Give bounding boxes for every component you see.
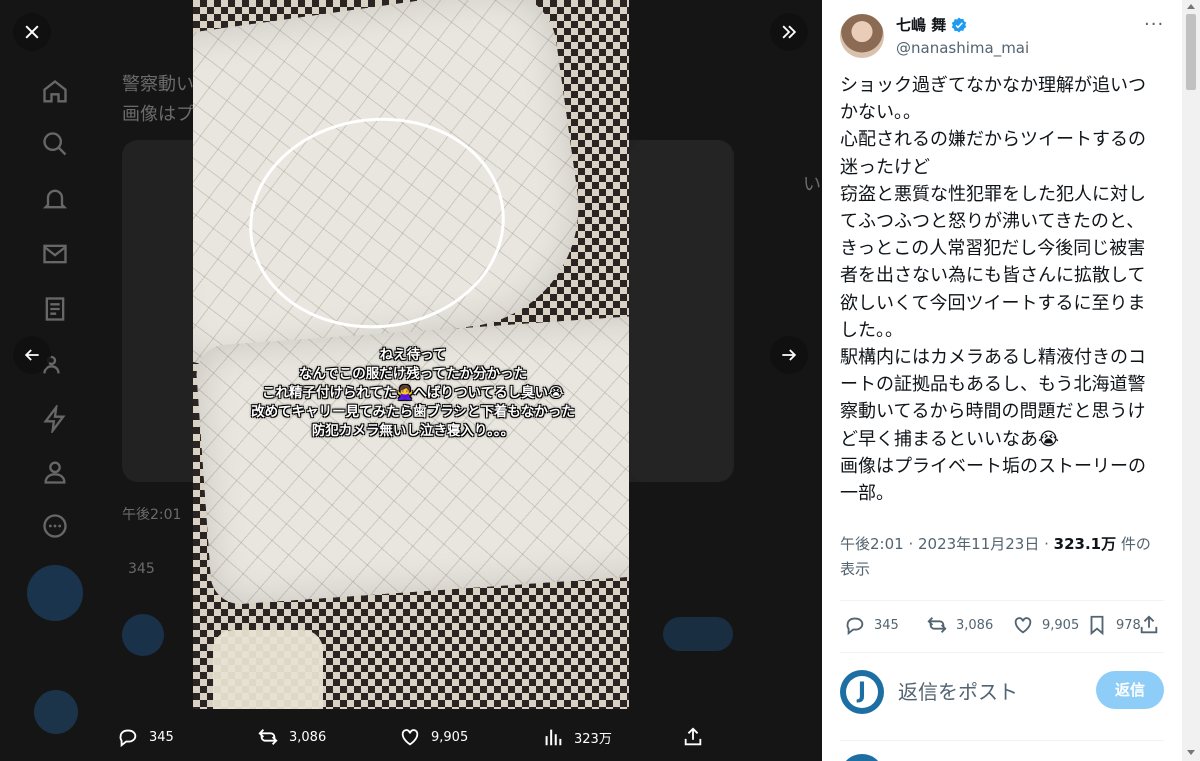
- profile-icon: [41, 458, 69, 486]
- expand-panel-button[interactable]: [770, 13, 808, 51]
- tweet-timestamp[interactable]: 午後2:01 · 2023年11月23日 ·: [840, 535, 1054, 553]
- background-sidebar-nav: [0, 0, 110, 761]
- tweet-text-line: 画像はプライベート垢のストーリーの一部。: [840, 455, 1146, 505]
- story-line: これ精子付けられてた🙅‍♀️へばりついてるし臭い😭: [262, 385, 564, 401]
- author-handle[interactable]: @nanashima_mai: [896, 39, 1029, 57]
- views-icon: [545, 729, 562, 746]
- double-chevron-right-icon: [782, 25, 797, 39]
- home-icon: [41, 78, 69, 106]
- messages-icon: [41, 240, 69, 268]
- tweet-text-line: 窃盗と悪質な性犯罪をした犯人に対してふつふつと怒りが沸いてきたのと、きっとこの人…: [840, 183, 1146, 341]
- author-display-name: 七嶋 舞: [896, 16, 947, 34]
- heart-icon: [1014, 617, 1032, 634]
- share-button[interactable]: [1138, 614, 1160, 636]
- story-line: ねえ待って: [379, 347, 447, 363]
- share-icon: [1140, 615, 1158, 634]
- tweet-action-bar: 345 3,086 9,905 978: [840, 604, 1164, 648]
- view-count: 323万: [574, 731, 612, 747]
- tweet-media-image: ねえ待って なんでこの服だけ残ってたか分かった これ精子付けられてた🙅‍♀️へば…: [193, 0, 629, 709]
- background-text: いま: [803, 174, 822, 195]
- tweet-author: 七嶋 舞 @nanashima_mai: [840, 14, 1029, 58]
- reply-input[interactable]: 返信をポスト: [898, 676, 1018, 705]
- reply-count: 345: [874, 617, 899, 633]
- repost-count: 3,086: [289, 729, 327, 745]
- like-count: 9,905: [1042, 617, 1080, 633]
- reply-submit-button[interactable]: 返信: [1096, 671, 1164, 709]
- background-reply-button: [663, 617, 733, 651]
- notifications-icon: [41, 185, 69, 213]
- repost-count: 3,086: [956, 617, 994, 633]
- media-views-button[interactable]: 323万: [542, 726, 612, 748]
- close-icon: [25, 25, 39, 39]
- tweet-view-count: 323.1万: [1053, 535, 1117, 553]
- media-stats-bar: 345 3,086 9,905 323万: [117, 722, 717, 752]
- background-avatar: [122, 614, 164, 656]
- reply-composer: J 返信をポスト 返信: [840, 668, 1164, 714]
- reply-avatar[interactable]: J: [840, 670, 884, 714]
- repost-icon: [258, 729, 278, 745]
- repost-icon: [927, 617, 947, 633]
- close-button[interactable]: [13, 13, 51, 51]
- media-like-button[interactable]: 9,905: [399, 726, 468, 748]
- tweet-detail-panel: 七嶋 舞 @nanashima_mai ··· ショック過ぎてなかなか理解が追い…: [822, 0, 1182, 761]
- tweet-text-line: 駅構内にはカメラあるし精液付きのコートの証拠品もあるし、もう北海道警察動いてるか…: [840, 347, 1146, 450]
- bookmark-icon: [1090, 615, 1104, 636]
- scroll-down-arrow-icon[interactable]: [1187, 750, 1195, 755]
- background-text: 画像はプ: [122, 104, 194, 125]
- arrow-left-icon: [24, 349, 39, 361]
- like-button[interactable]: 9,905: [1012, 614, 1079, 636]
- divider: [840, 600, 1164, 601]
- more-options-icon[interactable]: ···: [1144, 14, 1164, 35]
- story-line: 防犯カメラ無いし泣き寝入り。。。: [311, 423, 515, 439]
- background-text: 午後2:01: [122, 507, 182, 523]
- media-share-button[interactable]: [682, 726, 704, 748]
- tweet-text-line: 心配されるの嫌だからツイートするの迷ったけど: [840, 129, 1146, 178]
- scroll-up-arrow-icon[interactable]: [1187, 4, 1195, 9]
- media-reply-button[interactable]: 345: [117, 726, 174, 748]
- story-line: 改めてキャリー見てみたら歯ブラシと下着もなかった: [251, 404, 575, 420]
- story-caption: ねえ待って なんでこの服だけ残ってたか分かった これ精子付けられてた🙅‍♀️へば…: [233, 346, 593, 441]
- background-text: 警察動い: [122, 74, 194, 95]
- tweet-text: ショック過ぎてなかなか理解が追いつかない。。 心配されるの嫌だからツイートするの…: [840, 72, 1160, 507]
- media-repost-button[interactable]: 3,086: [257, 726, 326, 748]
- background-text: 345: [128, 561, 155, 577]
- reply-icon: [846, 617, 864, 636]
- verified-badge-icon: [952, 17, 967, 32]
- more-circle-icon: [41, 512, 69, 540]
- arrow-right-icon: [782, 349, 797, 361]
- reply-icon: [119, 729, 137, 748]
- compose-button: [27, 565, 83, 621]
- divider: [840, 740, 1164, 741]
- story-line: なんでこの服だけ残ってたか分かった: [298, 366, 528, 382]
- author-display-name-row[interactable]: 七嶋 舞: [896, 14, 1029, 35]
- heart-icon: [401, 729, 419, 746]
- account-avatar: [34, 690, 78, 734]
- avatar-letter: J: [846, 676, 878, 708]
- search-icon: [41, 130, 69, 158]
- divider: [840, 652, 1164, 653]
- premium-icon: [41, 403, 69, 435]
- scrollbar[interactable]: [1182, 0, 1200, 761]
- tweet-text-line: ショック過ぎてなかなか理解が追いつかない。。: [840, 75, 1146, 124]
- tweet-metadata: 午後2:01 · 2023年11月23日 · 323.1万 件の表示: [840, 532, 1160, 582]
- previous-image-button[interactable]: [13, 336, 51, 374]
- background-media-card: [630, 140, 734, 482]
- bookmark-button[interactable]: 978: [1086, 614, 1141, 636]
- repost-button[interactable]: 3,086: [926, 614, 993, 636]
- lists-icon: [41, 295, 69, 323]
- author-avatar[interactable]: [840, 14, 884, 58]
- share-icon: [684, 727, 702, 746]
- reply-count: 345: [149, 729, 174, 745]
- like-count: 9,905: [431, 729, 469, 745]
- scrollbar-thumb[interactable]: [1186, 14, 1196, 90]
- fur-fabric: [213, 630, 323, 709]
- reply-button[interactable]: 345: [844, 614, 899, 636]
- next-image-button[interactable]: [770, 336, 808, 374]
- next-reply-avatar[interactable]: [840, 754, 884, 761]
